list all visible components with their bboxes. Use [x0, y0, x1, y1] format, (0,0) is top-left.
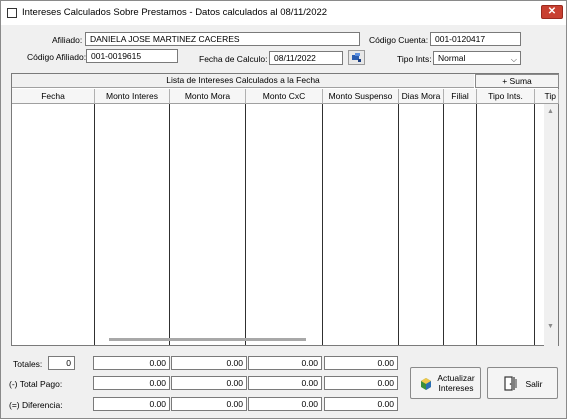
exit-door-icon	[504, 376, 517, 391]
grid-band-title: Lista de Intereses Calculados a la Fecha	[12, 74, 474, 88]
horizontal-scrollbar-thumb[interactable]	[109, 338, 306, 341]
codigo-cuenta-field[interactable]: 001-0120417	[430, 32, 521, 46]
totales-label: Totales:	[13, 359, 43, 369]
col-header-monto-cxc[interactable]: Monto CxC	[246, 89, 323, 104]
codigo-afiliado-field[interactable]: 001-0019615	[86, 49, 178, 63]
col-header-tipo-ints[interactable]: Tipo Ints.	[477, 89, 535, 104]
codigo-afiliado-label: Código Afiliado:	[27, 52, 87, 62]
totales-count: 0	[48, 356, 75, 370]
col-divider	[322, 104, 323, 345]
col-divider	[94, 104, 95, 345]
diferencia-monto-suspenso: 0.00	[324, 397, 398, 411]
col-divider	[245, 104, 246, 345]
tipo-ints-value: Normal	[438, 53, 466, 63]
actualizar-line1: Actualizar	[437, 373, 475, 383]
col-divider	[398, 104, 399, 345]
intereses-grid[interactable]: Lista de Intereses Calculados a la Fecha…	[11, 73, 559, 346]
total-pago-monto-suspenso: 0.00	[324, 376, 398, 390]
diferencia-monto-cxc: 0.00	[248, 397, 322, 411]
totales-monto-suspenso: 0.00	[324, 356, 398, 370]
col-header-filial[interactable]: Filial	[444, 89, 477, 104]
window-title: Intereses Calculados Sobre Prestamos - D…	[22, 7, 328, 18]
col-divider	[443, 104, 444, 345]
refresh-icon	[421, 378, 431, 390]
salir-label: Salir	[525, 379, 543, 389]
codigo-cuenta-label: Código Cuenta:	[369, 35, 429, 45]
vertical-scrollbar[interactable]: ▲ ▼	[544, 104, 558, 346]
col-header-tip[interactable]: Tip	[535, 89, 559, 104]
col-header-monto-suspenso[interactable]: Monto Suspenso	[323, 89, 399, 104]
actualizar-intereses-button[interactable]: Actualizar Intereses	[410, 367, 481, 399]
diferencia-monto-interes: 0.00	[93, 397, 170, 411]
diferencia-label: (=) Diferencia:	[9, 400, 63, 410]
afiliado-field[interactable]: DANIELA JOSE MARTINEZ CACERES	[85, 32, 360, 46]
fecha-calculo-field[interactable]: 08/11/2022	[269, 51, 343, 65]
scroll-down-icon[interactable]: ▼	[547, 323, 554, 330]
tipo-ints-label: Tipo Ints:	[397, 54, 432, 64]
chevron-down-icon: ⌵	[510, 55, 517, 64]
close-button[interactable]: ✕	[541, 5, 563, 19]
totales-monto-mora: 0.00	[171, 356, 247, 370]
totales-monto-interes: 0.00	[93, 356, 170, 370]
col-divider	[534, 104, 535, 345]
fecha-calculo-label: Fecha de Calculo:	[199, 54, 268, 64]
col-header-monto-interes[interactable]: Monto Interes	[95, 89, 170, 104]
afiliado-label: Afiliado:	[52, 35, 83, 45]
suma-button[interactable]: + Suma	[475, 74, 559, 88]
total-pago-monto-cxc: 0.00	[248, 376, 322, 390]
col-header-monto-mora[interactable]: Monto Mora	[170, 89, 246, 104]
total-pago-monto-interes: 0.00	[93, 376, 170, 390]
col-header-dias-mora[interactable]: Dias Mora	[399, 89, 444, 104]
col-divider	[169, 104, 170, 345]
actualizar-line2: Intereses	[438, 383, 474, 393]
total-pago-monto-mora: 0.00	[171, 376, 247, 390]
total-pago-label: (-) Total Pago:	[9, 379, 63, 389]
window-icon	[7, 8, 17, 18]
calculate-icon[interactable]	[348, 50, 365, 65]
title-bar: Intereses Calculados Sobre Prestamos - D…	[1, 1, 566, 25]
col-divider	[476, 104, 477, 345]
col-header-fecha[interactable]: Fecha	[12, 89, 95, 104]
salir-button[interactable]: Salir	[487, 367, 558, 399]
scroll-up-icon[interactable]: ▲	[547, 108, 554, 115]
diferencia-monto-mora: 0.00	[171, 397, 247, 411]
main-window: Intereses Calculados Sobre Prestamos - D…	[0, 0, 567, 419]
totales-monto-cxc: 0.00	[248, 356, 322, 370]
tipo-ints-select[interactable]: Normal ⌵	[433, 51, 521, 65]
